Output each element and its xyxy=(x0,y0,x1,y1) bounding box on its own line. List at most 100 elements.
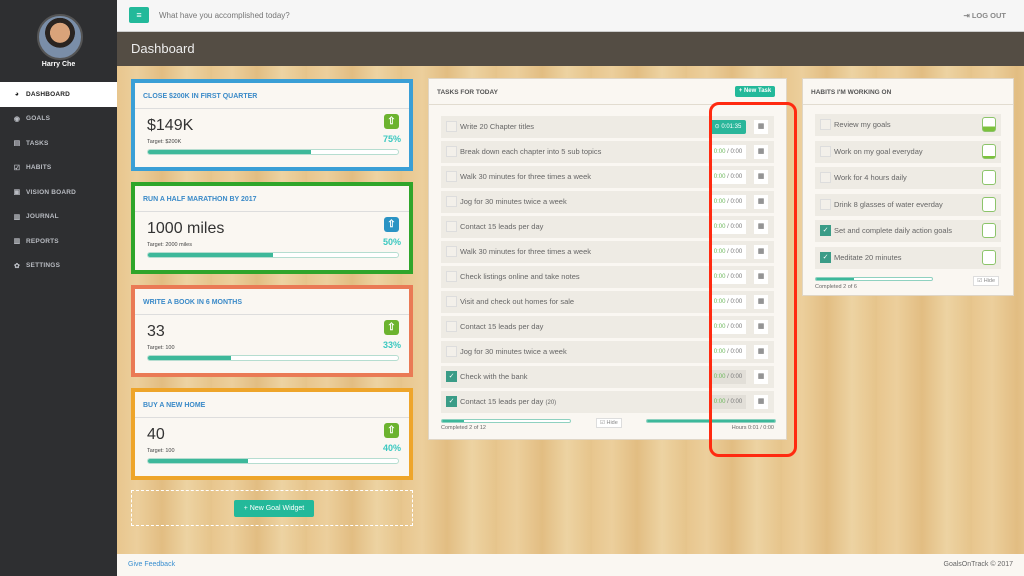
habit-streak-box[interactable] xyxy=(982,196,996,212)
habit-label[interactable]: Work on my goal everyday xyxy=(834,147,923,156)
goals-icon: ◉ xyxy=(13,115,21,123)
goal-percent: 40% xyxy=(382,443,401,453)
task-label[interactable]: Walk 30 minutes for three times a week xyxy=(460,247,591,256)
tasks-icon: ▤ xyxy=(13,140,21,148)
goal-widget[interactable]: WRITE A BOOK IN 6 MONTHS 33 Target: 100 … xyxy=(131,285,413,377)
habit-streak-box[interactable] xyxy=(982,223,996,238)
habits-title: HABITS I'M WORKING ON xyxy=(811,89,892,96)
task-label[interactable]: Contact 15 leads per day (20) xyxy=(460,397,556,406)
habit-label[interactable]: Meditate 20 minutes xyxy=(834,253,902,262)
goal-progress-bar xyxy=(147,252,399,258)
habit-row[interactable]: Drink 8 glasses of water everday xyxy=(815,193,1001,216)
task-checkbox[interactable] xyxy=(446,296,457,307)
page-title: Dashboard xyxy=(131,41,195,56)
habit-checkbox[interactable] xyxy=(820,145,831,157)
task-label[interactable]: Visit and check out homes for sale xyxy=(460,297,574,306)
goal-widget[interactable]: CLOSE $200K IN FIRST QUARTER $149K Targe… xyxy=(131,79,413,171)
habit-label[interactable]: Set and complete daily action goals xyxy=(834,226,952,235)
highlight-annotation xyxy=(709,102,797,457)
habit-row[interactable]: Work on my goal everyday xyxy=(815,140,1001,163)
reports-icon: ▥ xyxy=(13,238,21,246)
habits-panel: HABITS I'M WORKING ON Review my goals Wo… xyxy=(802,78,1014,296)
new-goal-widget-button[interactable]: + New Goal Widget xyxy=(234,500,314,517)
task-label[interactable]: Contact 15 leads per day xyxy=(460,222,543,231)
task-checkbox[interactable]: ✓ xyxy=(446,371,457,382)
habit-row[interactable]: Review my goals xyxy=(815,114,1001,136)
habit-checkbox[interactable] xyxy=(820,119,831,130)
task-checkbox[interactable] xyxy=(446,121,457,132)
task-checkbox[interactable] xyxy=(446,246,457,257)
give-feedback-link[interactable]: Give Feedback xyxy=(128,561,175,568)
goal-value: 40 xyxy=(147,426,165,443)
habits-hide-button[interactable]: ☑ Hide xyxy=(973,276,999,286)
task-checkbox[interactable] xyxy=(446,271,457,282)
sidebar-item-settings[interactable]: ✿ SETTINGS xyxy=(0,254,117,279)
task-checkbox[interactable] xyxy=(446,196,457,207)
vision-board-icon: ▣ xyxy=(13,189,21,197)
goal-title: BUY A NEW HOME xyxy=(135,392,409,418)
task-checkbox[interactable] xyxy=(446,346,457,357)
task-label[interactable]: Walk 30 minutes for three times a week xyxy=(460,172,591,181)
sidebar-item-label: HABITS xyxy=(26,164,52,172)
task-label[interactable]: Check with the bank xyxy=(460,372,528,381)
goal-progress-fill xyxy=(148,150,311,154)
habits-completed-text: Completed 2 of 6 xyxy=(815,284,857,290)
task-label[interactable]: Break down each chapter into 5 sub topic… xyxy=(460,147,601,156)
goal-widget[interactable]: BUY A NEW HOME 40 Target: 100 ⇧ 40% xyxy=(131,388,413,480)
habit-streak-box[interactable] xyxy=(982,117,996,132)
sidebar-item-journal[interactable]: ▥ JOURNAL xyxy=(0,205,117,230)
sidebar-nav: ◕ DASHBOARD ◉ GOALS ▤ TASKS ☑ HABITS ▣ VISION BOA… xyxy=(0,82,117,278)
habit-checkbox[interactable] xyxy=(820,198,831,210)
task-label[interactable]: Write 20 Chapter titles xyxy=(460,122,534,131)
habits-completed-bar xyxy=(815,277,933,281)
task-label[interactable]: Contact 15 leads per day xyxy=(460,322,543,331)
task-checkbox[interactable] xyxy=(446,221,457,232)
tasks-completed-bar xyxy=(441,419,571,423)
goal-percent: 75% xyxy=(382,134,401,144)
tasks-completed-fill xyxy=(442,420,464,422)
task-checkbox[interactable] xyxy=(446,321,457,332)
arrow-up-icon[interactable]: ⇧ xyxy=(384,114,399,129)
task-checkbox[interactable] xyxy=(446,171,457,182)
habit-streak-box[interactable] xyxy=(982,249,996,265)
habit-row[interactable]: ✓ Meditate 20 minutes xyxy=(815,246,1001,269)
sidebar-item-tasks[interactable]: ▤ TASKS xyxy=(0,131,117,156)
habits-header: HABITS I'M WORKING ON xyxy=(803,79,1013,105)
goal-percent: 33% xyxy=(382,340,401,350)
sidebar-item-label: GOALS xyxy=(26,115,51,123)
habit-checkbox[interactable] xyxy=(820,172,831,183)
goal-target: Target: 2000 miles xyxy=(147,242,192,248)
new-goal-drop-zone: + New Goal Widget xyxy=(131,490,413,526)
logout-button[interactable]: ⇥ LOG OUT xyxy=(963,11,1006,20)
habit-label[interactable]: Review my goals xyxy=(834,120,891,129)
avatar[interactable] xyxy=(37,14,83,60)
goal-title: RUN A HALF MARATHON BY 2017 xyxy=(135,186,409,212)
tasks-title: TASKS FOR TODAY xyxy=(437,89,498,96)
habit-checkbox[interactable]: ✓ xyxy=(820,225,831,236)
tasks-hide-button[interactable]: ☑ Hide xyxy=(596,418,622,428)
habit-streak-box[interactable] xyxy=(982,170,996,185)
habit-label[interactable]: Work for 4 hours daily xyxy=(834,173,907,182)
arrow-up-icon[interactable]: ⇧ xyxy=(384,217,399,232)
sidebar-item-goals[interactable]: ◉ GOALS xyxy=(0,107,117,132)
task-label[interactable]: Jog for 30 minutes twice a week xyxy=(460,197,567,206)
task-checkbox[interactable] xyxy=(446,146,457,157)
sidebar-item-habits[interactable]: ☑ HABITS xyxy=(0,156,117,181)
task-label[interactable]: Check listings online and take notes xyxy=(460,272,580,281)
menu-toggle-button[interactable]: ≡ xyxy=(129,7,149,23)
habit-row[interactable]: ✓ Set and complete daily action goals xyxy=(815,220,1001,242)
habit-checkbox[interactable]: ✓ xyxy=(820,251,831,263)
task-checkbox[interactable]: ✓ xyxy=(446,396,457,407)
sidebar-item-reports[interactable]: ▥ REPORTS xyxy=(0,229,117,254)
habit-streak-box[interactable] xyxy=(982,143,996,159)
arrow-up-icon[interactable]: ⇧ xyxy=(384,423,399,438)
sidebar-item-vision-board[interactable]: ▣ VISION BOARD xyxy=(0,180,117,205)
arrow-up-icon[interactable]: ⇧ xyxy=(384,320,399,335)
accomplishment-input[interactable] xyxy=(159,11,559,20)
habit-row[interactable]: Work for 4 hours daily xyxy=(815,167,1001,189)
new-task-button[interactable]: + New Task xyxy=(735,86,775,97)
goal-widget[interactable]: RUN A HALF MARATHON BY 2017 1000 miles T… xyxy=(131,182,413,274)
sidebar-item-dashboard[interactable]: ◕ DASHBOARD xyxy=(0,82,117,107)
habit-label[interactable]: Drink 8 glasses of water everday xyxy=(834,200,943,209)
task-label[interactable]: Jog for 30 minutes twice a week xyxy=(460,347,567,356)
